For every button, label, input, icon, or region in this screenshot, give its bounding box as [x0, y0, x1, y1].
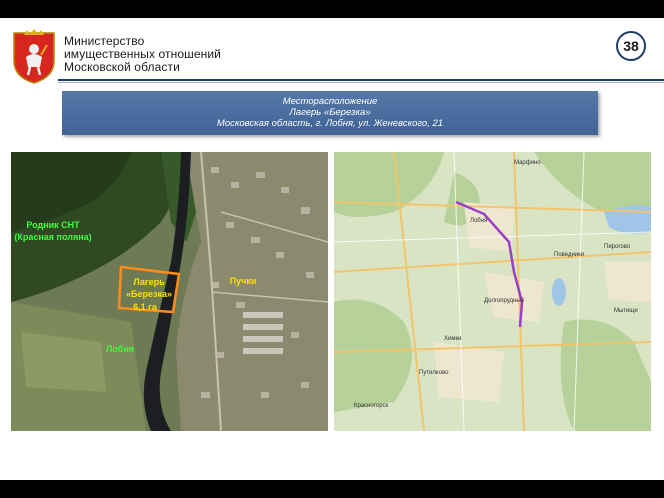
banner-address: Московская область, г. Лобня, ул. Женевс… [216, 118, 444, 129]
banner-object: Лагерь «Березка» [289, 107, 371, 118]
header-divider [58, 79, 664, 81]
header-divider-thin [58, 82, 664, 83]
label-camp-name: «Березка» [126, 289, 172, 299]
map-label-krasnogorsk: Красногорск [354, 403, 389, 409]
label-lobnya: Лобня [106, 344, 134, 354]
map-label-povedniki: Поведники [554, 252, 584, 258]
map-label-putilkovo: Путилково [419, 370, 449, 376]
map-label-dolgoprudny: Долгопрудный [484, 297, 524, 304]
map-label-khimki: Химки [444, 336, 461, 342]
map-label-lobnya: Лобня [470, 218, 487, 224]
location-banner: Месторасположение Лагерь «Березка» Моско… [62, 91, 598, 135]
slide: Министерство имущественных отношений Мос… [0, 18, 664, 480]
banner-title: Месторасположение [282, 96, 378, 107]
map-label-pirogovo: Пирогово [604, 244, 631, 250]
map-label-marfino: Марфино [514, 160, 541, 166]
page-number-badge: 38 [616, 31, 646, 61]
label-area: 6,1 га [133, 302, 158, 312]
ministry-name: Министерство имущественных отношений Мос… [64, 35, 221, 74]
satellite-image: Родник СНТ (Красная поляна) Лагерь «Бере… [11, 152, 328, 431]
label-rodnik: Родник СНТ [26, 220, 80, 230]
label-krasnaya-polyana: (Красная поляна) [14, 232, 91, 242]
road-map: Лобня Долгопрудный Химки Мытищи Красного… [334, 152, 651, 431]
org-line-3: Московской области [64, 60, 180, 74]
label-camp: Лагерь [133, 277, 165, 287]
moscow-oblast-crest-icon [13, 29, 55, 84]
map-label-mytishchi: Мытищи [614, 308, 638, 314]
label-puchki: Пучки [230, 276, 257, 286]
